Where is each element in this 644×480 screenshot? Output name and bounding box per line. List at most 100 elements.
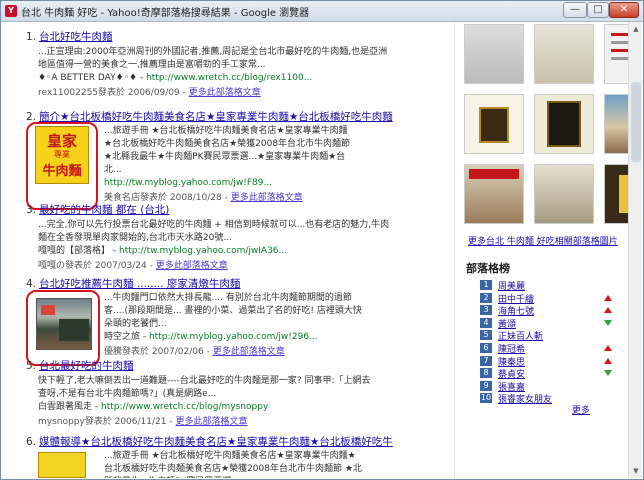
image-detail-shape <box>479 107 509 143</box>
rank-name-link[interactable]: 海角七號 <box>498 304 534 317</box>
trend-up-icon <box>604 294 612 301</box>
annotation-circle <box>26 290 100 366</box>
image-tile[interactable] <box>464 24 524 84</box>
blog-name: 白雲跟著風走 <box>38 402 93 412</box>
rank-number: 1 <box>480 280 492 290</box>
rank-number: 5 <box>480 330 492 341</box>
more-images-link[interactable]: 更多台北 牛肉麵 好吃相關部落格圖片 <box>468 234 618 247</box>
result-meta: 嘎嘎の發表於 2007/03/24 - 更多此部落格文章 <box>38 261 228 271</box>
trend-up-icon <box>604 307 612 314</box>
result-title[interactable]: 最好吃的牛肉麵 都在 (台北) <box>39 204 169 216</box>
result-url[interactable]: http://www.wretch.cc/blog/rex1100... <box>146 73 312 83</box>
rank-name-link[interactable]: 陳冠希 <box>498 342 525 355</box>
browser-window: Y 台北 牛肉麵 好吃 - Yahoo!奇摩部落格搜尋結果 - Google 瀏… <box>0 0 644 480</box>
rank-item[interactable]: 7 陳秦思 <box>480 355 620 368</box>
yahoo-app-icon: Y <box>5 5 17 17</box>
rank-item[interactable]: 6 陳冠希 <box>480 342 620 355</box>
result-item: 6. 媒體報導★台北板橋好吃牛肉麵美食名店★皇家專業牛肉麵★台北板橋好吃牛 <box>26 434 450 449</box>
result-title-link[interactable]: 3. 最好吃的牛肉麵 都在 (台北) <box>26 202 450 217</box>
result-url[interactable]: http://tw.myblog.yahoo.com/jw!F89... <box>104 178 272 188</box>
rank-name-link[interactable]: 周美麗 <box>498 279 525 292</box>
result-title[interactable]: 台北好吃牛肉麵 <box>39 31 113 43</box>
result-title-link[interactable]: 6. 媒體報導★台北板橋好吃牛肉麵美食名店★皇家專業牛肉麵★台北板橋好吃牛 <box>26 434 450 449</box>
result-snippet: ...正宣理由:2000年亞洲周刊的外國記者,推薦,周記是全台北市最好吃的牛肉麵… <box>38 47 388 70</box>
result-source-line: ♦◦A BETTER DAY♦◦♦ - http://www.wretch.cc… <box>38 73 313 83</box>
maximize-button[interactable]: □ <box>587 2 609 18</box>
rank-item[interactable]: 8 蔡貞安 <box>480 367 620 380</box>
rank-name-link[interactable]: 張喜嘉 <box>498 380 525 393</box>
rank-item[interactable]: 9 張喜嘉 <box>480 380 620 393</box>
rank-name-link[interactable]: 正妹百人斬 <box>498 329 543 342</box>
scroll-up-icon[interactable]: ▲ <box>631 24 641 34</box>
rank-name-link[interactable]: 蔡貞安 <box>498 367 525 380</box>
trend-down-icon <box>604 370 612 377</box>
more-posts-link[interactable]: 更多此部落格文章 <box>189 88 261 98</box>
rank-item[interactable]: 4 黃頌 <box>480 317 620 330</box>
image-tile[interactable] <box>464 164 524 224</box>
rank-more-link[interactable]: 更多 <box>572 403 590 416</box>
scroll-down-icon[interactable]: ▼ <box>631 466 641 476</box>
result-number: 3. <box>26 204 37 216</box>
result-url[interactable]: http://www.wretch.cc/blog/mysnoppy <box>101 402 268 412</box>
result-item: 4. 台北好吃推薦牛肉麵 ........ 廖家清燉牛肉麵 <box>26 276 450 291</box>
result-title[interactable]: 台北最好吃的牛肉麵 <box>39 360 134 372</box>
minimize-button[interactable]: — <box>563 2 587 18</box>
rank-item[interactable]: 1 周美麗 <box>480 279 620 292</box>
rank-name-link[interactable]: 張睿家女朋友 <box>498 392 552 405</box>
close-button[interactable]: ✕ <box>609 2 639 18</box>
rank-name-link[interactable]: 陳秦思 <box>498 355 525 368</box>
rank-number: 7 <box>480 355 492 366</box>
result-title-link[interactable]: 4. 台北好吃推薦牛肉麵 ........ 廖家清燉牛肉麵 <box>26 276 450 291</box>
image-tile[interactable] <box>534 94 594 154</box>
rank-number: 3 <box>480 305 492 316</box>
image-detail-shape <box>547 101 581 147</box>
blog-name: 時空之旅 <box>104 332 141 342</box>
rank-heading: 部落格榜 <box>466 262 510 275</box>
result-url[interactable]: http://tw.myblog.yahoo.com/jw!296... <box>149 332 318 342</box>
result-number: 4. <box>26 278 37 290</box>
image-tile[interactable] <box>534 24 594 84</box>
more-posts-link[interactable]: 更多此部落格文章 <box>175 417 247 427</box>
result-url[interactable]: http://tw.myblog.yahoo.com/jwIA36... <box>119 246 287 256</box>
rank-name-link[interactable]: 黃頌 <box>498 317 516 330</box>
annotation-circle <box>26 122 98 210</box>
result-number: 1. <box>26 31 37 43</box>
vertical-scrollbar[interactable]: ▲ ▼ <box>628 22 642 478</box>
blog-name: ♦◦A BETTER DAY♦◦♦ <box>38 73 138 83</box>
result-snippet: ...旅遊手冊 ★台北板橋好吃牛肉麵美食名店★皇家專業牛肉麵★台北板橋好吃牛肉麵… <box>104 126 351 175</box>
result-source-line: 嘎嘎的【部落格】 - http://tw.myblog.yahoo.com/jw… <box>38 246 288 256</box>
result-title-link[interactable]: 5. 台北最好吃的牛肉麵 <box>26 358 450 373</box>
result-meta: 優騰發表於 2007/02/06 - 更多此部落格文章 <box>104 347 285 357</box>
rank-number: 6 <box>480 343 492 353</box>
result-body: ...旅遊手冊 ★台北板橋好吃牛肉麵美食名店★皇家專業牛肉麵★台北板橋好吃牛肉麵… <box>104 450 362 478</box>
more-posts-link[interactable]: 更多此部落格文章 <box>156 261 228 271</box>
scrollbar-thumb[interactable] <box>631 82 641 162</box>
result-item: 5. 台北最好吃的牛肉麵 快下輕了,老大嘛倒丟出一道難題----台北最好吃的牛肉麵… <box>26 358 450 427</box>
trend-down-icon <box>604 319 612 326</box>
rank-item[interactable]: 10 張睿家女朋友 <box>480 392 620 405</box>
post-date: rex11002255發表於 2006/09/09 <box>38 88 180 98</box>
result-title[interactable]: 台北好吃推薦牛肉麵 ........ 廖家清燉牛肉麵 <box>39 278 240 290</box>
result-number: 5. <box>26 360 37 372</box>
rank-item[interactable]: 3 海角七號 <box>480 304 620 317</box>
trend-up-icon <box>604 357 612 364</box>
result-title-link[interactable]: 1. 台北好吃牛肉麵 <box>26 29 450 44</box>
page-content: 1. 台北好吃牛肉麵 ...正宣理由:2000年亞洲周刊的外國記者,推薦,周記是全… <box>2 22 642 478</box>
result-title[interactable]: 簡介★台北板橋好吃牛肉麵美食名店★皇家專業牛肉麵★台北板橋好吃牛肉麵 <box>39 111 393 123</box>
result-title[interactable]: 媒體報導★台北板橋好吃牛肉麵美食名店★皇家專業牛肉麵★台北板橋好吃牛 <box>39 436 393 448</box>
rank-item[interactable]: 5 正妹百人斬 <box>480 329 620 342</box>
image-tile[interactable] <box>464 94 524 154</box>
result-snippet: 快下輕了,老大嘛倒丟出一道難題----台北最好吃的牛肉麵是那一家? 同事甲:「上… <box>38 376 371 399</box>
rank-item[interactable]: 2 田中千繪 <box>480 292 620 305</box>
image-tile[interactable] <box>534 164 594 224</box>
post-date: 優騰發表於 2007/02/06 <box>104 347 204 357</box>
result-meta: rex11002255發表於 2006/09/09 - 更多此部落格文章 <box>38 88 261 98</box>
search-results: 1. 台北好吃牛肉麵 ...正宣理由:2000年亞洲周刊的外國記者,推薦,周記是全… <box>2 22 454 478</box>
rank-name-link[interactable]: 田中千繪 <box>498 292 534 305</box>
result-item: 1. 台北好吃牛肉麵 ...正宣理由:2000年亞洲周刊的外國記者,推薦,周記是全… <box>26 29 450 98</box>
post-date: mysnoppy發表於 2006/11/21 <box>38 417 167 427</box>
result-thumbnail[interactable] <box>38 452 86 478</box>
rank-number: 4 <box>480 317 492 328</box>
result-snippet: ...完全,你可以先行投票台北最好吃的牛肉麵 + 相信到時候就可以...也有老店… <box>38 220 390 243</box>
more-posts-link[interactable]: 更多此部落格文章 <box>213 347 285 357</box>
